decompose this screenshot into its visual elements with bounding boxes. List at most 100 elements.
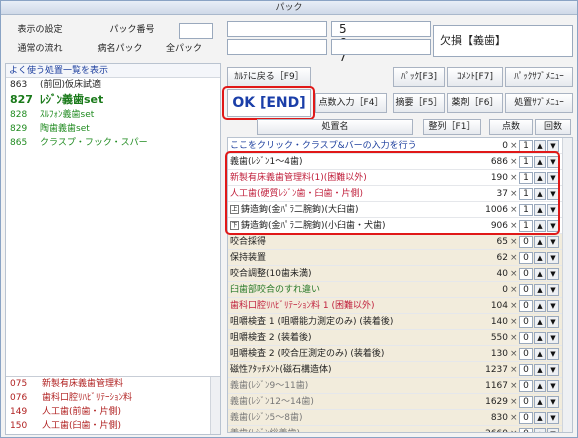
tooth-field-lower-left[interactable] xyxy=(227,39,327,55)
increment-arrow-icon[interactable]: ▲ xyxy=(534,316,546,328)
tooth-field-lower-right[interactable] xyxy=(331,39,431,55)
procedure-name-text: 保持装置 xyxy=(230,253,267,263)
list-item[interactable]: 863 (前回)仮床試適 xyxy=(6,78,220,92)
increment-arrow-icon[interactable]: ▲ xyxy=(534,412,546,424)
decrement-arrow-icon[interactable]: ▼ xyxy=(547,316,559,328)
column-header-count[interactable]: 回数 xyxy=(535,119,571,135)
decrement-arrow-icon[interactable]: ▼ xyxy=(547,236,559,248)
decrement-arrow-icon[interactable]: ▼ xyxy=(547,284,559,296)
decrement-arrow-icon[interactable]: ▼ xyxy=(547,252,559,264)
table-row[interactable]: 義歯(ﾚｼﾞﾝ総義歯) 2660×0▲▼ xyxy=(228,426,562,432)
table-row[interactable]: 咀嚼検査 2 (装着後) 550 × 0 ▲ ▼ xyxy=(228,330,562,346)
quantity-field[interactable]: 0 xyxy=(519,236,533,248)
times-symbol: × xyxy=(510,317,518,327)
table-row[interactable]: 義歯(ﾚｼﾞﾝ5～8歯) 830 × 0 ▲ ▼ xyxy=(228,410,562,426)
list-item[interactable]: 150 人工歯(臼歯・片側) xyxy=(6,419,220,429)
table-row[interactable]: 咀嚼検査 1 (咀嚼能力測定のみ) (装着後) 140 × 0 ▲ ▼ xyxy=(228,314,562,330)
scrollbar[interactable] xyxy=(562,138,572,432)
list-item[interactable]: 865 クラスプ・フック・スパー xyxy=(6,136,220,150)
increment-arrow-icon[interactable]: ▲ xyxy=(534,364,546,376)
increment-arrow-icon[interactable]: ▲ xyxy=(534,252,546,264)
table-row[interactable]: 磁性ｱﾀｯﾁﾒﾝﾄ(磁石構造体) 1237 × 0 ▲ ▼ xyxy=(228,362,562,378)
decrement-arrow-icon[interactable]: ▼ xyxy=(547,348,559,360)
favorites-header[interactable]: よく使う処置一覧を表示 xyxy=(6,64,220,78)
increment-arrow-icon[interactable]: ▲ xyxy=(534,284,546,296)
pack-button[interactable]: ﾊﾟｯｸ[F3] xyxy=(393,67,445,87)
quantity-field[interactable]: 0 xyxy=(519,332,533,344)
table-row[interactable]: 保持装置 62 × 0 ▲ ▼ xyxy=(228,250,562,266)
list-item[interactable]: 075 新製有床義歯管理料 xyxy=(6,377,220,391)
table-row[interactable]: 咬合採得 65 × 0 ▲ ▼ xyxy=(228,234,562,250)
increment-arrow-icon[interactable]: ▲ xyxy=(534,332,546,344)
procedure-name: 義歯(ﾚｼﾞﾝ12～14歯) xyxy=(230,394,462,410)
increment-arrow-icon[interactable]: ▲ xyxy=(534,236,546,248)
increment-arrow-icon[interactable]: ▲ xyxy=(534,268,546,280)
scrollbar[interactable] xyxy=(210,377,220,434)
decrement-arrow-icon[interactable]: ▼ xyxy=(547,428,559,432)
list-item[interactable]: 827 ﾚｼﾞﾝ義歯set xyxy=(6,92,220,108)
table-row[interactable]: 咀嚼検査 2 (咬合圧測定のみ) (装着後) 130 × 0 ▲ ▼ xyxy=(228,346,562,362)
times-symbol: × xyxy=(510,413,518,423)
procedure-name-text: 咬合調整(10歯未満) xyxy=(230,269,312,279)
display-settings-button[interactable]: 表示の設定 xyxy=(5,21,75,39)
table-row[interactable]: 歯科口腔ﾘﾊﾋﾞﾘﾃｰｼｮﾝ料 1 (困難以外) 104 × 0 ▲ ▼ xyxy=(228,298,562,314)
score-input-button[interactable]: 点数入力［F4］ xyxy=(315,93,387,113)
procedure-name-text: 磁性ｱﾀｯﾁﾒﾝﾄ(磁石構造体) xyxy=(230,365,332,375)
table-row[interactable]: 義歯(ﾚｼﾞﾝ12～14歯) 1629 × 0 ▲ ▼ xyxy=(228,394,562,410)
quantity-field[interactable]: 0 xyxy=(519,364,533,376)
times-symbol: × xyxy=(510,365,518,375)
column-header-name[interactable]: 処置名 xyxy=(257,119,413,135)
times-symbol: × xyxy=(510,397,518,407)
table-row[interactable]: 臼歯部咬合のすれ違い 0 × 0 ▲ ▼ xyxy=(228,282,562,298)
disease-pack-button[interactable]: 病名パック xyxy=(85,40,155,58)
decrement-arrow-icon[interactable]: ▼ xyxy=(547,268,559,280)
list-item[interactable]: 149 人工歯(前歯・片側) xyxy=(6,405,220,419)
list-item[interactable]: 828 ｽﾙﾌｫﾝ義歯set xyxy=(6,108,220,122)
decrement-arrow-icon[interactable]: ▼ xyxy=(547,300,559,312)
quantity-field[interactable]: 0 xyxy=(519,316,533,328)
back-to-chart-button[interactable]: ｶﾙﾃに戻る［F9］ xyxy=(227,67,311,87)
pack-submenu-button[interactable]: ﾊﾟｯｸｻﾌﾞﾒﾆｭｰ xyxy=(505,67,573,87)
times-symbol: × xyxy=(510,253,518,263)
decrement-arrow-icon[interactable]: ▼ xyxy=(547,412,559,424)
quantity-field[interactable]: 0 xyxy=(519,428,533,432)
table-row[interactable]: 咬合調整(10歯未満) 40 × 0 ▲ ▼ xyxy=(228,266,562,282)
quantity-field[interactable]: 0 xyxy=(519,412,533,424)
quantity-field[interactable]: 0 xyxy=(519,396,533,408)
sort-button[interactable]: 整列［F1］ xyxy=(423,119,481,135)
procedure-name-text: 歯科口腔ﾘﾊﾋﾞﾘﾃｰｼｮﾝ料 1 (困難以外) xyxy=(230,301,375,311)
all-pack-button[interactable]: 全パック xyxy=(155,40,213,58)
procedure-name-text: 義歯(ﾚｼﾞﾝ9～11歯) xyxy=(230,381,309,391)
quantity-field[interactable]: 0 xyxy=(519,268,533,280)
column-header-points[interactable]: 点数 xyxy=(489,119,533,135)
procedure-points: 830 xyxy=(490,413,508,423)
procedure-name-text: 咀嚼検査 2 (咬合圧測定のみ) (装着後) xyxy=(230,349,385,359)
quantity-field[interactable]: 0 xyxy=(519,380,533,392)
procedure-points: 104 xyxy=(490,301,508,311)
quantity-field[interactable]: 0 xyxy=(519,348,533,360)
comment-button[interactable]: ｺﾒﾝﾄ[F7] xyxy=(447,67,503,87)
quantity-field[interactable]: 0 xyxy=(519,252,533,264)
decrement-arrow-icon[interactable]: ▼ xyxy=(547,396,559,408)
decrement-arrow-icon[interactable]: ▼ xyxy=(547,364,559,376)
drug-button[interactable]: 薬剤［F6］ xyxy=(447,93,503,113)
decrement-arrow-icon[interactable]: ▼ xyxy=(547,332,559,344)
increment-arrow-icon[interactable]: ▲ xyxy=(534,348,546,360)
table-row[interactable]: 義歯(ﾚｼﾞﾝ9～11歯) 1167 × 0 ▲ ▼ xyxy=(228,378,562,394)
quantity-field[interactable]: 0 xyxy=(519,284,533,296)
tooth-field-upper-left[interactable] xyxy=(227,21,327,37)
procedure-name: 義歯(ﾚｼﾞﾝ9～11歯) xyxy=(230,378,462,394)
pack-number-input[interactable] xyxy=(179,23,213,39)
list-item[interactable]: 829 陶歯義歯set xyxy=(6,122,220,136)
increment-arrow-icon[interactable]: ▲ xyxy=(534,428,546,432)
procedure-name-text: 臼歯部咬合のすれ違い xyxy=(230,285,321,295)
procedure-submenu-button[interactable]: 処置ｻﾌﾞﾒﾆｭｰ xyxy=(505,93,573,113)
increment-arrow-icon[interactable]: ▲ xyxy=(534,396,546,408)
increment-arrow-icon[interactable]: ▲ xyxy=(534,380,546,392)
increment-arrow-icon[interactable]: ▲ xyxy=(534,300,546,312)
normal-flow-button[interactable]: 通常の流れ xyxy=(5,40,75,58)
quantity-field[interactable]: 0 xyxy=(519,300,533,312)
summary-button[interactable]: 摘要［F5］ xyxy=(393,93,445,113)
decrement-arrow-icon[interactable]: ▼ xyxy=(547,380,559,392)
list-item[interactable]: 076 歯科口腔ﾘﾊﾋﾞﾘﾃｰｼｮﾝ料 xyxy=(6,391,220,405)
